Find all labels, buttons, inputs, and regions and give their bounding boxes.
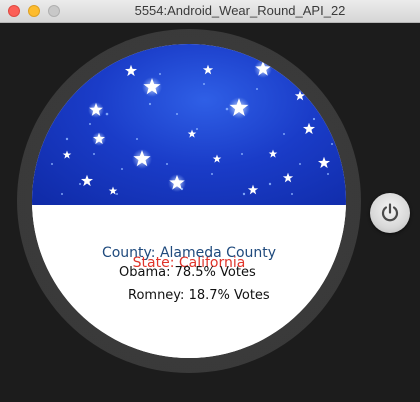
window-title: 5554:Android_Wear_Round_API_22 [134, 3, 346, 18]
maximize-window-icon[interactable] [48, 5, 60, 17]
romney-votes: Romney: 18.7% Votes [128, 288, 270, 303]
stars-background [51, 60, 333, 196]
title-bar[interactable]: 5554:Android_Wear_Round_API_22 [0, 0, 420, 23]
obama-votes: Obama: 78.5% Votes [119, 265, 256, 280]
star-banner-image [32, 44, 346, 205]
power-icon [381, 203, 399, 222]
close-window-icon[interactable] [8, 5, 20, 17]
watch-screen[interactable]: State: California County: Alameda County… [32, 44, 346, 358]
emulator-window: 5554:Android_Wear_Round_API_22 State: Ca… [0, 0, 420, 402]
results-card: State: California County: Alameda County… [32, 205, 346, 358]
minimize-window-icon[interactable] [28, 5, 40, 17]
county-label: County: Alameda County [101, 245, 277, 261]
power-button[interactable] [370, 193, 410, 233]
